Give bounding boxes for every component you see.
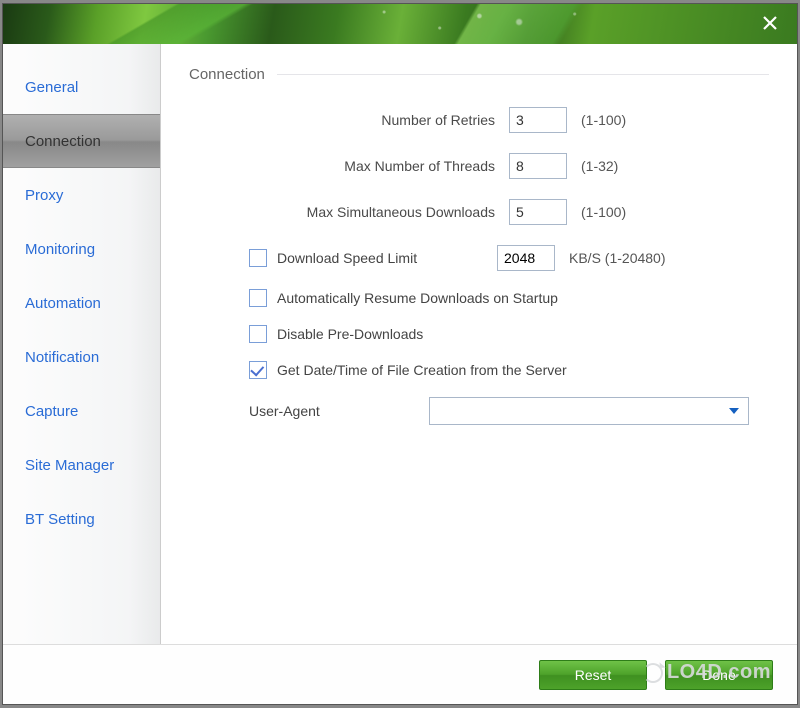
sidebar-item-label: Capture — [25, 403, 78, 420]
threads-input[interactable] — [509, 153, 567, 179]
getdate-label: Get Date/Time of File Creation from the … — [277, 362, 567, 378]
close-button[interactable] — [753, 8, 787, 38]
retries-hint: (1-100) — [581, 112, 626, 128]
titlebar — [3, 4, 797, 44]
threads-label: Max Number of Threads — [189, 158, 509, 174]
row-disablepre: Disable Pre-Downloads — [189, 325, 769, 343]
speedlimit-hint: KB/S (1-20480) — [569, 250, 666, 266]
row-speedlimit: Download Speed Limit KB/S (1-20480) — [189, 245, 769, 271]
autoresume-label: Automatically Resume Downloads on Startu… — [277, 290, 558, 306]
sidebar-item-label: Site Manager — [25, 457, 114, 474]
sidebar: General Connection Proxy Monitoring Auto… — [3, 44, 161, 644]
reset-button[interactable]: Reset — [539, 660, 647, 690]
sidebar-item-bt-setting[interactable]: BT Setting — [3, 492, 160, 546]
sidebar-item-notification[interactable]: Notification — [3, 330, 160, 384]
autoresume-checkbox[interactable] — [249, 289, 267, 307]
settings-window: General Connection Proxy Monitoring Auto… — [2, 3, 798, 705]
sidebar-item-automation[interactable]: Automation — [3, 276, 160, 330]
footer: Reset Done LO4D.com — [3, 644, 797, 704]
row-retries: Number of Retries (1-100) — [189, 107, 769, 133]
sidebar-item-connection[interactable]: Connection — [3, 114, 160, 168]
simul-hint: (1-100) — [581, 204, 626, 220]
speedlimit-label: Download Speed Limit — [277, 250, 497, 266]
simul-label: Max Simultaneous Downloads — [189, 204, 509, 220]
sidebar-item-general[interactable]: General — [3, 60, 160, 114]
getdate-checkbox[interactable] — [249, 361, 267, 379]
sidebar-item-monitoring[interactable]: Monitoring — [3, 222, 160, 276]
sidebar-item-label: Monitoring — [25, 241, 95, 258]
sidebar-item-label: Connection — [25, 133, 101, 150]
section-divider — [277, 74, 769, 75]
speedlimit-input[interactable] — [497, 245, 555, 271]
simul-input[interactable] — [509, 199, 567, 225]
disablepre-checkbox[interactable] — [249, 325, 267, 343]
disablepre-label: Disable Pre-Downloads — [277, 326, 423, 342]
retries-input[interactable] — [509, 107, 567, 133]
row-getdate: Get Date/Time of File Creation from the … — [189, 361, 769, 379]
sidebar-item-label: BT Setting — [25, 511, 95, 528]
useragent-select[interactable] — [429, 397, 749, 425]
done-button[interactable]: Done — [665, 660, 773, 690]
row-useragent: User-Agent — [189, 397, 769, 425]
useragent-label: User-Agent — [249, 403, 429, 419]
row-simul: Max Simultaneous Downloads (1-100) — [189, 199, 769, 225]
sidebar-item-label: Notification — [25, 349, 99, 366]
sidebar-item-label: General — [25, 79, 78, 96]
sidebar-item-site-manager[interactable]: Site Manager — [3, 438, 160, 492]
close-icon — [762, 15, 778, 31]
threads-hint: (1-32) — [581, 158, 618, 174]
section-title: Connection — [189, 66, 265, 83]
sidebar-item-label: Proxy — [25, 187, 63, 204]
row-autoresume: Automatically Resume Downloads on Startu… — [189, 289, 769, 307]
speedlimit-checkbox[interactable] — [249, 249, 267, 267]
chevron-down-icon — [728, 406, 740, 416]
sidebar-item-proxy[interactable]: Proxy — [3, 168, 160, 222]
retries-label: Number of Retries — [189, 112, 509, 128]
main-panel: Connection Number of Retries (1-100) Max… — [161, 44, 797, 644]
sidebar-item-capture[interactable]: Capture — [3, 384, 160, 438]
sidebar-item-label: Automation — [25, 295, 101, 312]
row-threads: Max Number of Threads (1-32) — [189, 153, 769, 179]
titlebar-bg — [3, 4, 797, 44]
